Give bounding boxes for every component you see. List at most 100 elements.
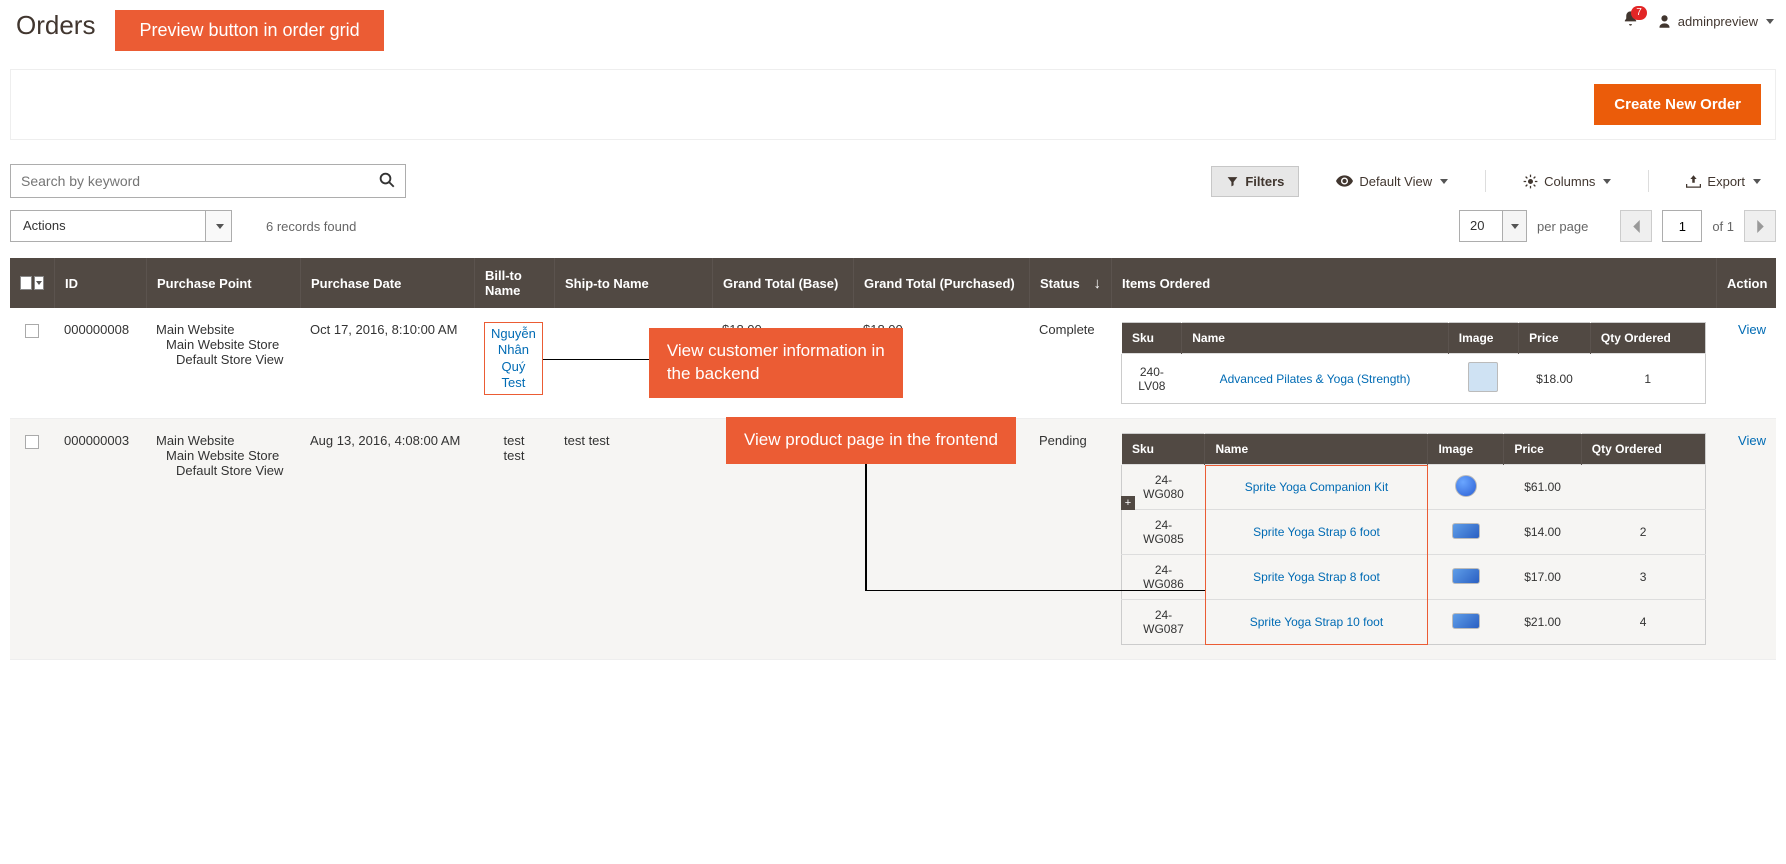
notifications-button[interactable]: 7 [1622, 10, 1639, 32]
bill-to-name: testtest [474, 433, 554, 645]
items-col-image[interactable]: Image [1448, 323, 1518, 354]
item-name-link[interactable]: Sprite Yoga Companion Kit [1205, 465, 1428, 510]
column-status[interactable]: Status ↓ [1029, 258, 1111, 308]
column-action: Action [1716, 258, 1776, 308]
items-col-price[interactable]: Price [1519, 323, 1591, 354]
search-icon[interactable] [378, 171, 396, 194]
column-ship-to[interactable]: Ship-to Name [554, 258, 712, 308]
item-price: $21.00 [1504, 600, 1581, 645]
item-price: $17.00 [1504, 555, 1581, 600]
chevron-down-icon [1753, 179, 1761, 184]
items-col-sku[interactable]: Sku [1122, 323, 1182, 354]
user-icon [1657, 14, 1672, 29]
default-view-button[interactable]: Default View [1321, 166, 1463, 197]
items-col-price[interactable]: Price [1504, 434, 1581, 465]
columns-button[interactable]: Columns [1508, 166, 1626, 197]
per-page-text: per page [1537, 219, 1588, 234]
purchase-point: Main WebsiteMain Website StoreDefault St… [146, 322, 300, 404]
toolbar-divider [1648, 170, 1649, 192]
bill-to-customer-link[interactable]: NguyễnNhânQuýTest [484, 322, 543, 395]
order-id: 000000008 [54, 322, 146, 404]
per-page-select[interactable]: 20 [1459, 210, 1527, 242]
column-purchase-point[interactable]: Purchase Point [146, 258, 300, 308]
item-sku: 24-WG085 [1122, 510, 1205, 555]
item-qty: 1 [1590, 354, 1705, 404]
item-name-link[interactable]: Sprite Yoga Strap 6 foot [1205, 510, 1428, 555]
user-menu[interactable]: adminpreview [1657, 14, 1774, 29]
item-sku: 24-WG080+ [1122, 465, 1205, 510]
callout-preview: Preview button in order grid [115, 10, 383, 51]
items-row: 24-WG080+Sprite Yoga Companion Kit $61.00 [1122, 465, 1706, 510]
items-col-qty[interactable]: Qty Ordered [1581, 434, 1705, 465]
product-thumbnail [1455, 475, 1477, 497]
select-all-header[interactable] [10, 258, 54, 308]
grid-header-row: ID Purchase Point Purchase Date Bill-to … [10, 258, 1776, 308]
chevron-down-icon [1511, 224, 1519, 229]
per-page-value: 20 [1460, 211, 1502, 241]
row-checkbox[interactable] [25, 324, 39, 338]
row-checkbox[interactable] [25, 435, 39, 449]
search-input[interactable] [10, 164, 406, 198]
view-order-link[interactable]: View [1738, 322, 1766, 337]
items-col-image[interactable]: Image [1428, 434, 1504, 465]
item-qty [1581, 465, 1705, 510]
column-id[interactable]: ID [54, 258, 146, 308]
item-name-link[interactable]: Sprite Yoga Strap 8 foot [1205, 555, 1428, 600]
annotation-line [865, 464, 867, 590]
export-label: Export [1707, 174, 1745, 189]
actions-dropdown-toggle[interactable] [205, 211, 231, 241]
per-page-dropdown-toggle[interactable] [1502, 211, 1526, 241]
item-sku: 24-WG087 [1122, 600, 1205, 645]
column-grand-total-purchased[interactable]: Grand Total (Purchased) [853, 258, 1029, 308]
view-order-link[interactable]: View [1738, 433, 1766, 448]
prev-page-button[interactable] [1620, 210, 1652, 242]
eye-icon [1336, 175, 1353, 187]
item-sku: 240-LV08 [1122, 354, 1182, 404]
item-price: $61.00 [1504, 465, 1581, 510]
gear-icon [1523, 174, 1538, 189]
toolbar-divider [1485, 170, 1486, 192]
ship-to-name: test test [554, 433, 712, 645]
item-image [1428, 600, 1504, 645]
column-purchase-date[interactable]: Purchase Date [300, 258, 474, 308]
grand-total-base [712, 433, 853, 645]
items-ordered-cell: SkuNameImagePriceQty Ordered240-LV08Adva… [1111, 322, 1716, 404]
page-title: Orders [16, 10, 95, 41]
filters-button[interactable]: Filters [1211, 166, 1299, 197]
column-grand-total-base[interactable]: Grand Total (Base) [712, 258, 853, 308]
product-thumbnail [1468, 362, 1498, 392]
funnel-icon [1226, 175, 1239, 188]
item-sku: 24-WG086 [1122, 555, 1205, 600]
items-col-name[interactable]: Name [1205, 434, 1428, 465]
item-name-link[interactable]: Advanced Pilates & Yoga (Strength) [1182, 354, 1449, 404]
column-items-ordered[interactable]: Items Ordered [1111, 258, 1716, 308]
username-label: adminpreview [1678, 14, 1758, 29]
item-qty: 4 [1581, 600, 1705, 645]
next-page-button[interactable] [1744, 210, 1776, 242]
annotation-line [865, 590, 1205, 592]
item-name-link[interactable]: Sprite Yoga Strap 10 foot [1205, 600, 1428, 645]
items-col-name[interactable]: Name [1182, 323, 1449, 354]
notification-count-badge: 7 [1631, 6, 1647, 20]
export-button[interactable]: Export [1671, 166, 1776, 197]
items-col-qty[interactable]: Qty Ordered [1590, 323, 1705, 354]
records-found-text: 6 records found [266, 219, 356, 234]
chevron-down-icon [216, 224, 224, 229]
purchase-date: Oct 17, 2016, 8:10:00 AM [300, 322, 474, 404]
order-status: Pending [1029, 433, 1111, 645]
select-all-checkbox[interactable] [20, 276, 32, 290]
page-number-input[interactable] [1662, 210, 1702, 242]
select-all-dropdown[interactable] [34, 276, 44, 290]
purchase-point: Main WebsiteMain Website StoreDefault St… [146, 433, 300, 645]
items-row: 240-LV08Advanced Pilates & Yoga (Strengt… [1122, 354, 1706, 404]
column-bill-to[interactable]: Bill-to Name [474, 258, 554, 308]
create-new-order-button[interactable]: Create New Order [1594, 84, 1761, 125]
item-price: $14.00 [1504, 510, 1581, 555]
expand-row-button[interactable]: + [1121, 496, 1135, 510]
chevron-left-icon [1632, 220, 1641, 233]
items-table: SkuNameImagePriceQty Ordered24-WG080+Spr… [1121, 433, 1706, 645]
chevron-down-icon [1603, 179, 1611, 184]
items-col-sku[interactable]: Sku [1122, 434, 1205, 465]
actions-select[interactable]: Actions [10, 210, 232, 242]
purchase-date: Aug 13, 2016, 4:08:00 AM [300, 433, 474, 645]
